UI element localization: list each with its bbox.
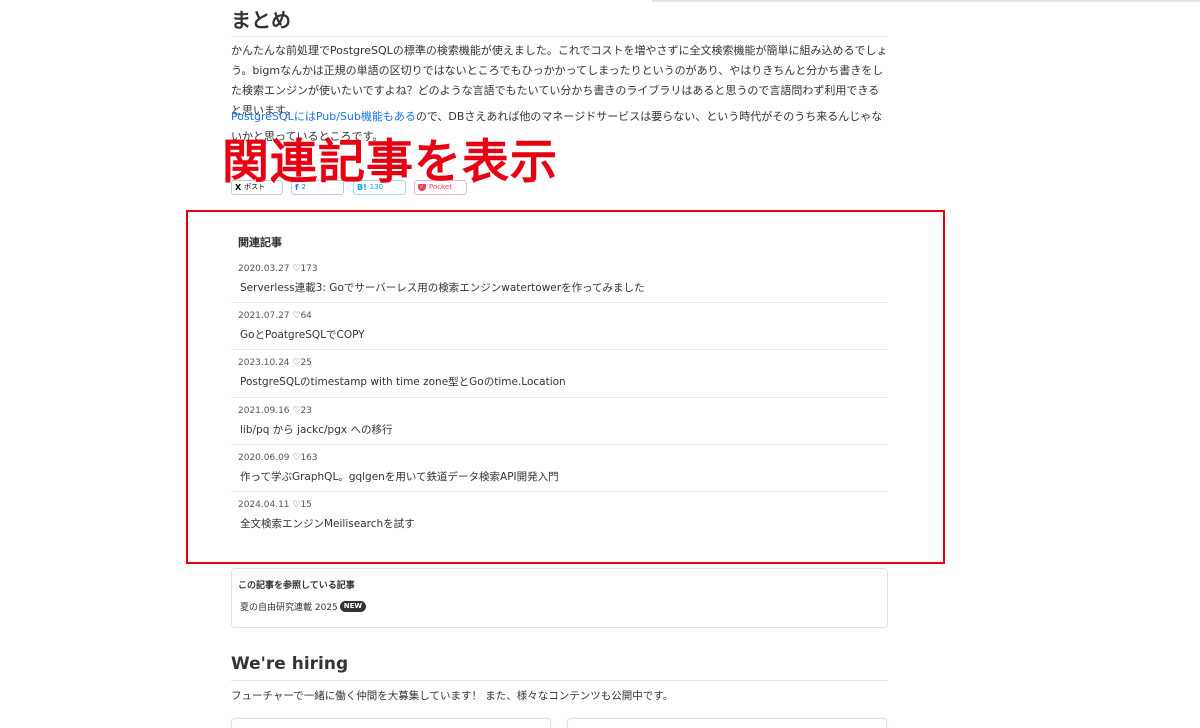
related-article-meta: 2020.06.09 ♡163 — [238, 452, 318, 463]
related-article-item[interactable]: 2021.07.27 ♡64 GoとPoatgreSQLでCOPY — [231, 303, 888, 351]
summary-heading: まとめ — [231, 8, 291, 32]
pubsub-article-link[interactable]: PostgreSQLにはPub/Sub機能もある — [231, 110, 416, 123]
related-article-link[interactable]: 作って学ぶGraphQL。gqlgenを用いて鉄道データ検索API開発入門 — [240, 469, 559, 484]
related-article-item[interactable]: 2023.10.24 ♡25 PostgreSQLのtimestamp with… — [231, 350, 888, 398]
related-article-item[interactable]: 2020.06.09 ♡163 作って学ぶGraphQL。gqlgenを用いて鉄… — [231, 445, 888, 492]
related-articles-heading: 関連記事 — [238, 236, 282, 249]
related-article-link[interactable]: GoとPoatgreSQLでCOPY — [240, 327, 365, 342]
referencing-articles-card: この記事を参照している記事 夏の自由研究連載 2025 NEW — [231, 568, 888, 628]
referencing-articles-heading: この記事を参照している記事 — [238, 581, 355, 591]
related-article-meta: 2024.04.11 ♡15 — [238, 499, 312, 510]
related-article-link[interactable]: lib/pq から jackc/pgx への移行 — [240, 422, 392, 437]
window-edge — [652, 0, 1200, 3]
new-badge: NEW — [339, 601, 367, 612]
related-article-item[interactable]: 2024.04.11 ♡15 全文検索エンジンMeilisearchを試す — [231, 492, 888, 539]
heading-divider — [231, 36, 887, 37]
hiring-text: フューチャーで一緒に働く仲間を大募集しています！ また、様々なコンテンツも公開中… — [231, 690, 674, 702]
related-article-meta: 2021.07.27 ♡64 — [238, 311, 312, 322]
hiring-card-left[interactable] — [231, 718, 551, 728]
related-article-link[interactable]: 全文検索エンジンMeilisearchを試す — [240, 516, 415, 531]
related-article-item[interactable]: 2021.09.16 ♡23 lib/pq から jackc/pgx への移行 — [231, 398, 888, 445]
hiring-card-right[interactable] — [567, 718, 887, 728]
annotation-callout: 関連記事を表示 — [222, 135, 558, 190]
referencing-article-link[interactable]: 夏の自由研究連載 2025 NEW — [240, 600, 367, 613]
related-article-link[interactable]: Serverless連載3: Goでサーバーレス用の検索エンジンwatertow… — [240, 280, 645, 295]
hiring-heading: We're hiring — [231, 654, 349, 674]
related-article-meta: 2020.03.27 ♡173 — [238, 264, 318, 274]
referencing-article-title: 夏の自由研究連載 2025 — [240, 603, 338, 613]
related-article-link[interactable]: PostgreSQLのtimestamp with time zone型とGoの… — [240, 374, 566, 389]
related-articles-list: 2020.03.27 ♡173 Serverless連載3: Goでサーバーレス… — [231, 256, 888, 539]
related-article-meta: 2023.10.24 ♡25 — [238, 358, 312, 369]
hiring-divider — [231, 680, 887, 681]
related-article-item[interactable]: 2020.03.27 ♡173 Serverless連載3: Goでサーバーレス… — [231, 256, 888, 304]
related-article-meta: 2021.09.16 ♡23 — [238, 405, 312, 416]
